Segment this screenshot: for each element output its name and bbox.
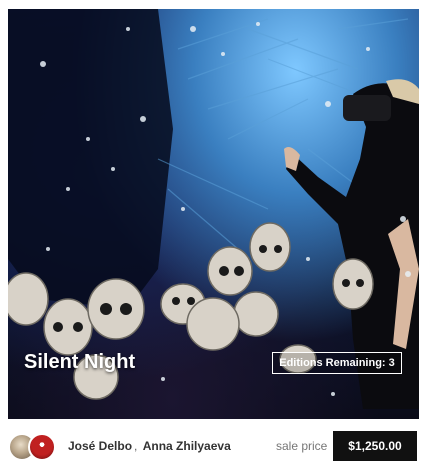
artwork-image[interactable]: Silent Night Editions Remaining: 3	[8, 9, 419, 419]
artist-names: José Delbo, Anna Zhilyaeva	[68, 439, 231, 453]
artist-name-second[interactable]: Anna Zhilyaeva	[143, 439, 231, 453]
artist-avatar-anna[interactable]	[28, 433, 56, 461]
sale-price-label: sale price	[276, 439, 328, 453]
price-button[interactable]: $1,250.00	[333, 431, 417, 461]
card-footer: José Delbo, Anna Zhilyaeva sale price $1…	[8, 428, 419, 466]
editions-count: 3	[388, 357, 395, 369]
artwork-title: Silent Night	[24, 351, 136, 373]
artist-separator: ,	[134, 439, 138, 453]
editions-label: Editions Remaining:	[279, 357, 386, 369]
artwork-card[interactable]: Silent Night Editions Remaining: 3 José …	[8, 9, 419, 466]
artist-name-first[interactable]: José Delbo	[68, 439, 132, 453]
editions-remaining-badge: Editions Remaining: 3	[272, 352, 402, 374]
